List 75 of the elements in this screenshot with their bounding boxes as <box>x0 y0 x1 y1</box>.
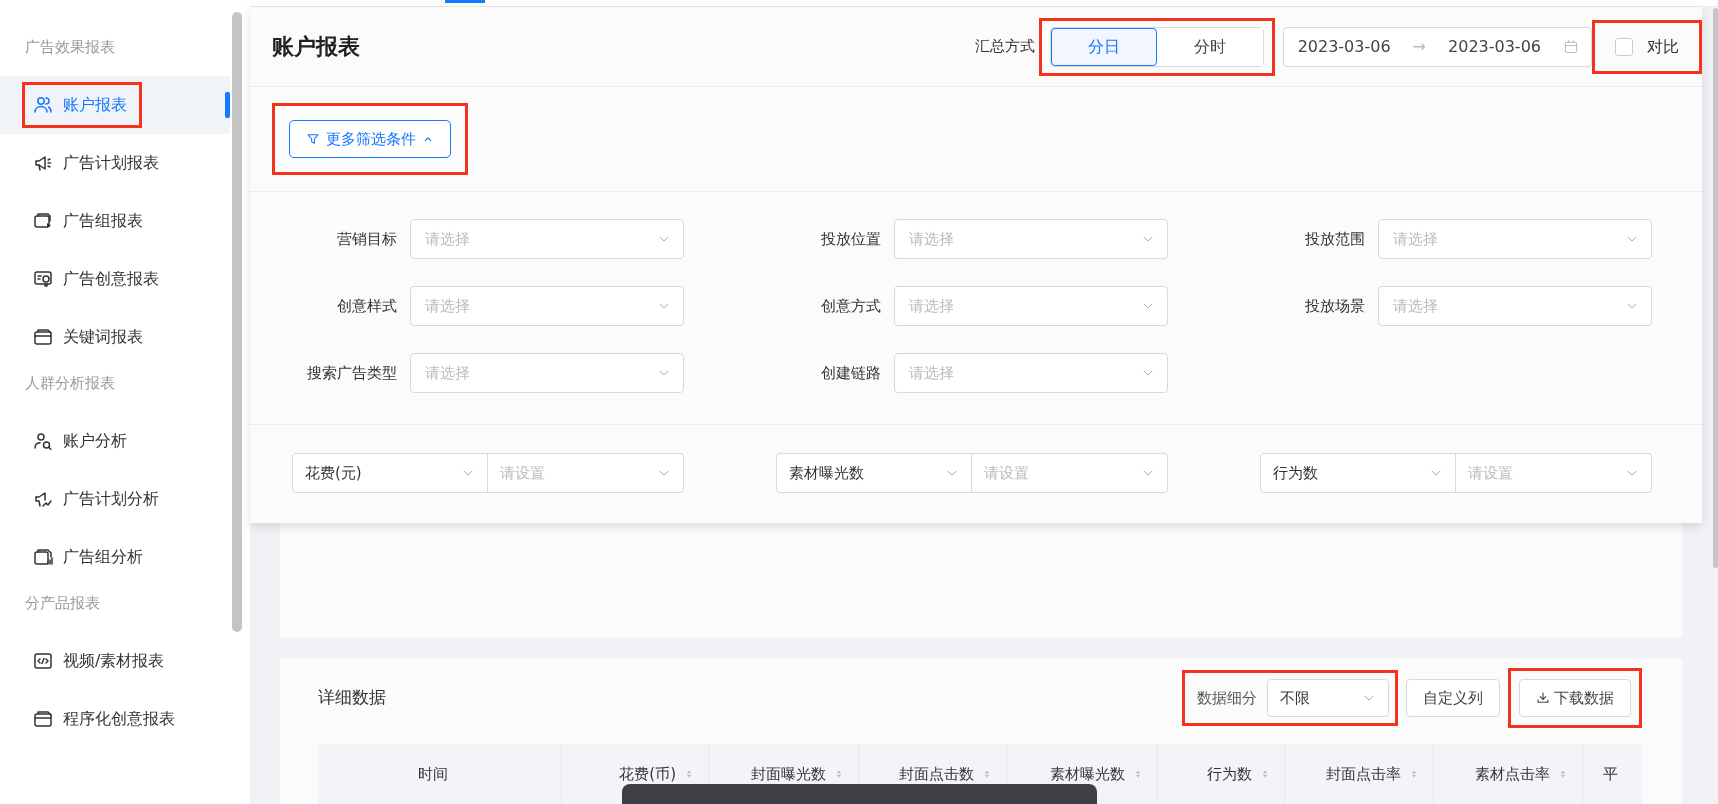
segment-tab[interactable]: 分日 <box>1050 27 1157 66</box>
sidebar-item[interactable]: 账户报表 <box>0 76 230 134</box>
date-arrow: → <box>1412 35 1426 58</box>
scrollbar-thumb[interactable] <box>1713 8 1718 568</box>
group-title: 人群分析报表 <box>24 373 116 394</box>
user-search-icon <box>33 431 53 451</box>
calendar-icon <box>1563 38 1579 55</box>
filter-label: 投放位置 <box>821 228 881 250</box>
filter-label: 投放范围 <box>1305 228 1365 250</box>
date-range-field[interactable]: 2023-03-06 → 2023-03-06 <box>1282 26 1592 67</box>
folder-chart-icon <box>33 547 53 567</box>
item-label: 广告创意报表 <box>63 268 159 290</box>
item-label: 账户报表 <box>63 94 127 116</box>
column-header[interactable]: 封面点击率 <box>1326 762 1419 786</box>
sidebar-item[interactable]: 广告计划报表 <box>0 134 230 192</box>
metric-select[interactable]: 花费(元) <box>292 453 488 494</box>
sidebar-item[interactable]: 广告组分析 <box>0 528 230 586</box>
sidebar-item[interactable]: 广告组报表 <box>0 192 230 250</box>
megaphone-chart-icon <box>33 489 53 509</box>
filter-label: 创意样式 <box>337 295 397 317</box>
item-label: 关键词报表 <box>63 326 143 348</box>
column-header[interactable]: 封面点击数 <box>899 762 992 786</box>
breakdown-select[interactable]: 不限 <box>1267 679 1389 717</box>
users-icon <box>33 95 53 115</box>
filter-label: 投放场景 <box>1305 295 1365 317</box>
item-label: 广告组分析 <box>63 546 143 568</box>
column-header[interactable]: 花费(币) <box>619 762 694 786</box>
column-header[interactable]: 素材曝光数 <box>1050 762 1143 786</box>
folder-play-icon <box>33 211 53 231</box>
date-start: 2023-03-06 <box>1297 35 1391 58</box>
item-label: 程序化创意报表 <box>63 708 175 730</box>
item-label: 广告计划报表 <box>63 152 159 174</box>
section-title: 详细数据 <box>318 686 386 710</box>
column-header[interactable]: 封面曝光数 <box>751 762 844 786</box>
checkbox-label: 对比 <box>1647 35 1679 58</box>
sidebar-item[interactable]: 视频/素材报表 <box>0 632 230 690</box>
sidebar-item[interactable]: 程序化创意报表 <box>0 690 230 748</box>
column-header[interactable]: 平 <box>1603 762 1618 786</box>
code-icon <box>33 651 53 671</box>
tab-indicator <box>445 0 485 3</box>
filter-toggle-button[interactable]: 更多筛选条件 <box>289 120 451 159</box>
date-end: 2023-03-06 <box>1448 35 1541 58</box>
metric-select[interactable]: 素材曝光数 <box>776 453 972 494</box>
metric-select[interactable]: 行为数 <box>1260 453 1456 494</box>
sidebar-item[interactable]: 广告创意报表 <box>0 250 230 308</box>
bulb-list-icon <box>33 269 53 289</box>
filter-label: 创建链路 <box>821 362 881 384</box>
page-title: 账户报表 <box>272 33 360 62</box>
filter-label: 营销目标 <box>337 228 397 250</box>
column-header[interactable]: 行为数 <box>1207 762 1270 786</box>
item-label: 视频/素材报表 <box>63 650 165 672</box>
compare-checkbox[interactable] <box>1615 37 1633 56</box>
summary-label: 汇总方式 <box>974 36 1035 58</box>
item-label: 广告计划分析 <box>63 488 159 510</box>
column-header[interactable]: 素材点击率 <box>1475 762 1568 786</box>
custom-columns-button[interactable]: 自定义列 <box>1406 679 1500 717</box>
sidebar-item[interactable]: 广告计划分析 <box>0 470 230 528</box>
filter-label: 搜索广告类型 <box>307 362 397 384</box>
download-icon <box>1536 691 1550 705</box>
segment-tab[interactable]: 分时 <box>1156 27 1263 66</box>
item-label: 账户分析 <box>63 430 127 452</box>
filter-label: 创意方式 <box>821 295 881 317</box>
megaphone-icon <box>33 153 53 173</box>
breakdown-label: 数据细分 <box>1197 687 1257 709</box>
group-title: 分产品报表 <box>24 593 101 614</box>
column-header[interactable]: 时间 <box>417 762 448 786</box>
download-button[interactable]: 下载数据 <box>1519 679 1631 717</box>
sidebar-item[interactable]: 关键词报表 <box>0 308 230 366</box>
filter-icon <box>306 132 320 147</box>
sidebar-item[interactable]: 账户分析 <box>0 412 230 470</box>
item-label: 广告组报表 <box>63 210 143 232</box>
group-title: 广告效果报表 <box>24 37 116 58</box>
folder-icon <box>33 709 53 729</box>
folder-icon <box>33 327 53 347</box>
scrollbar-thumb[interactable] <box>232 12 242 632</box>
